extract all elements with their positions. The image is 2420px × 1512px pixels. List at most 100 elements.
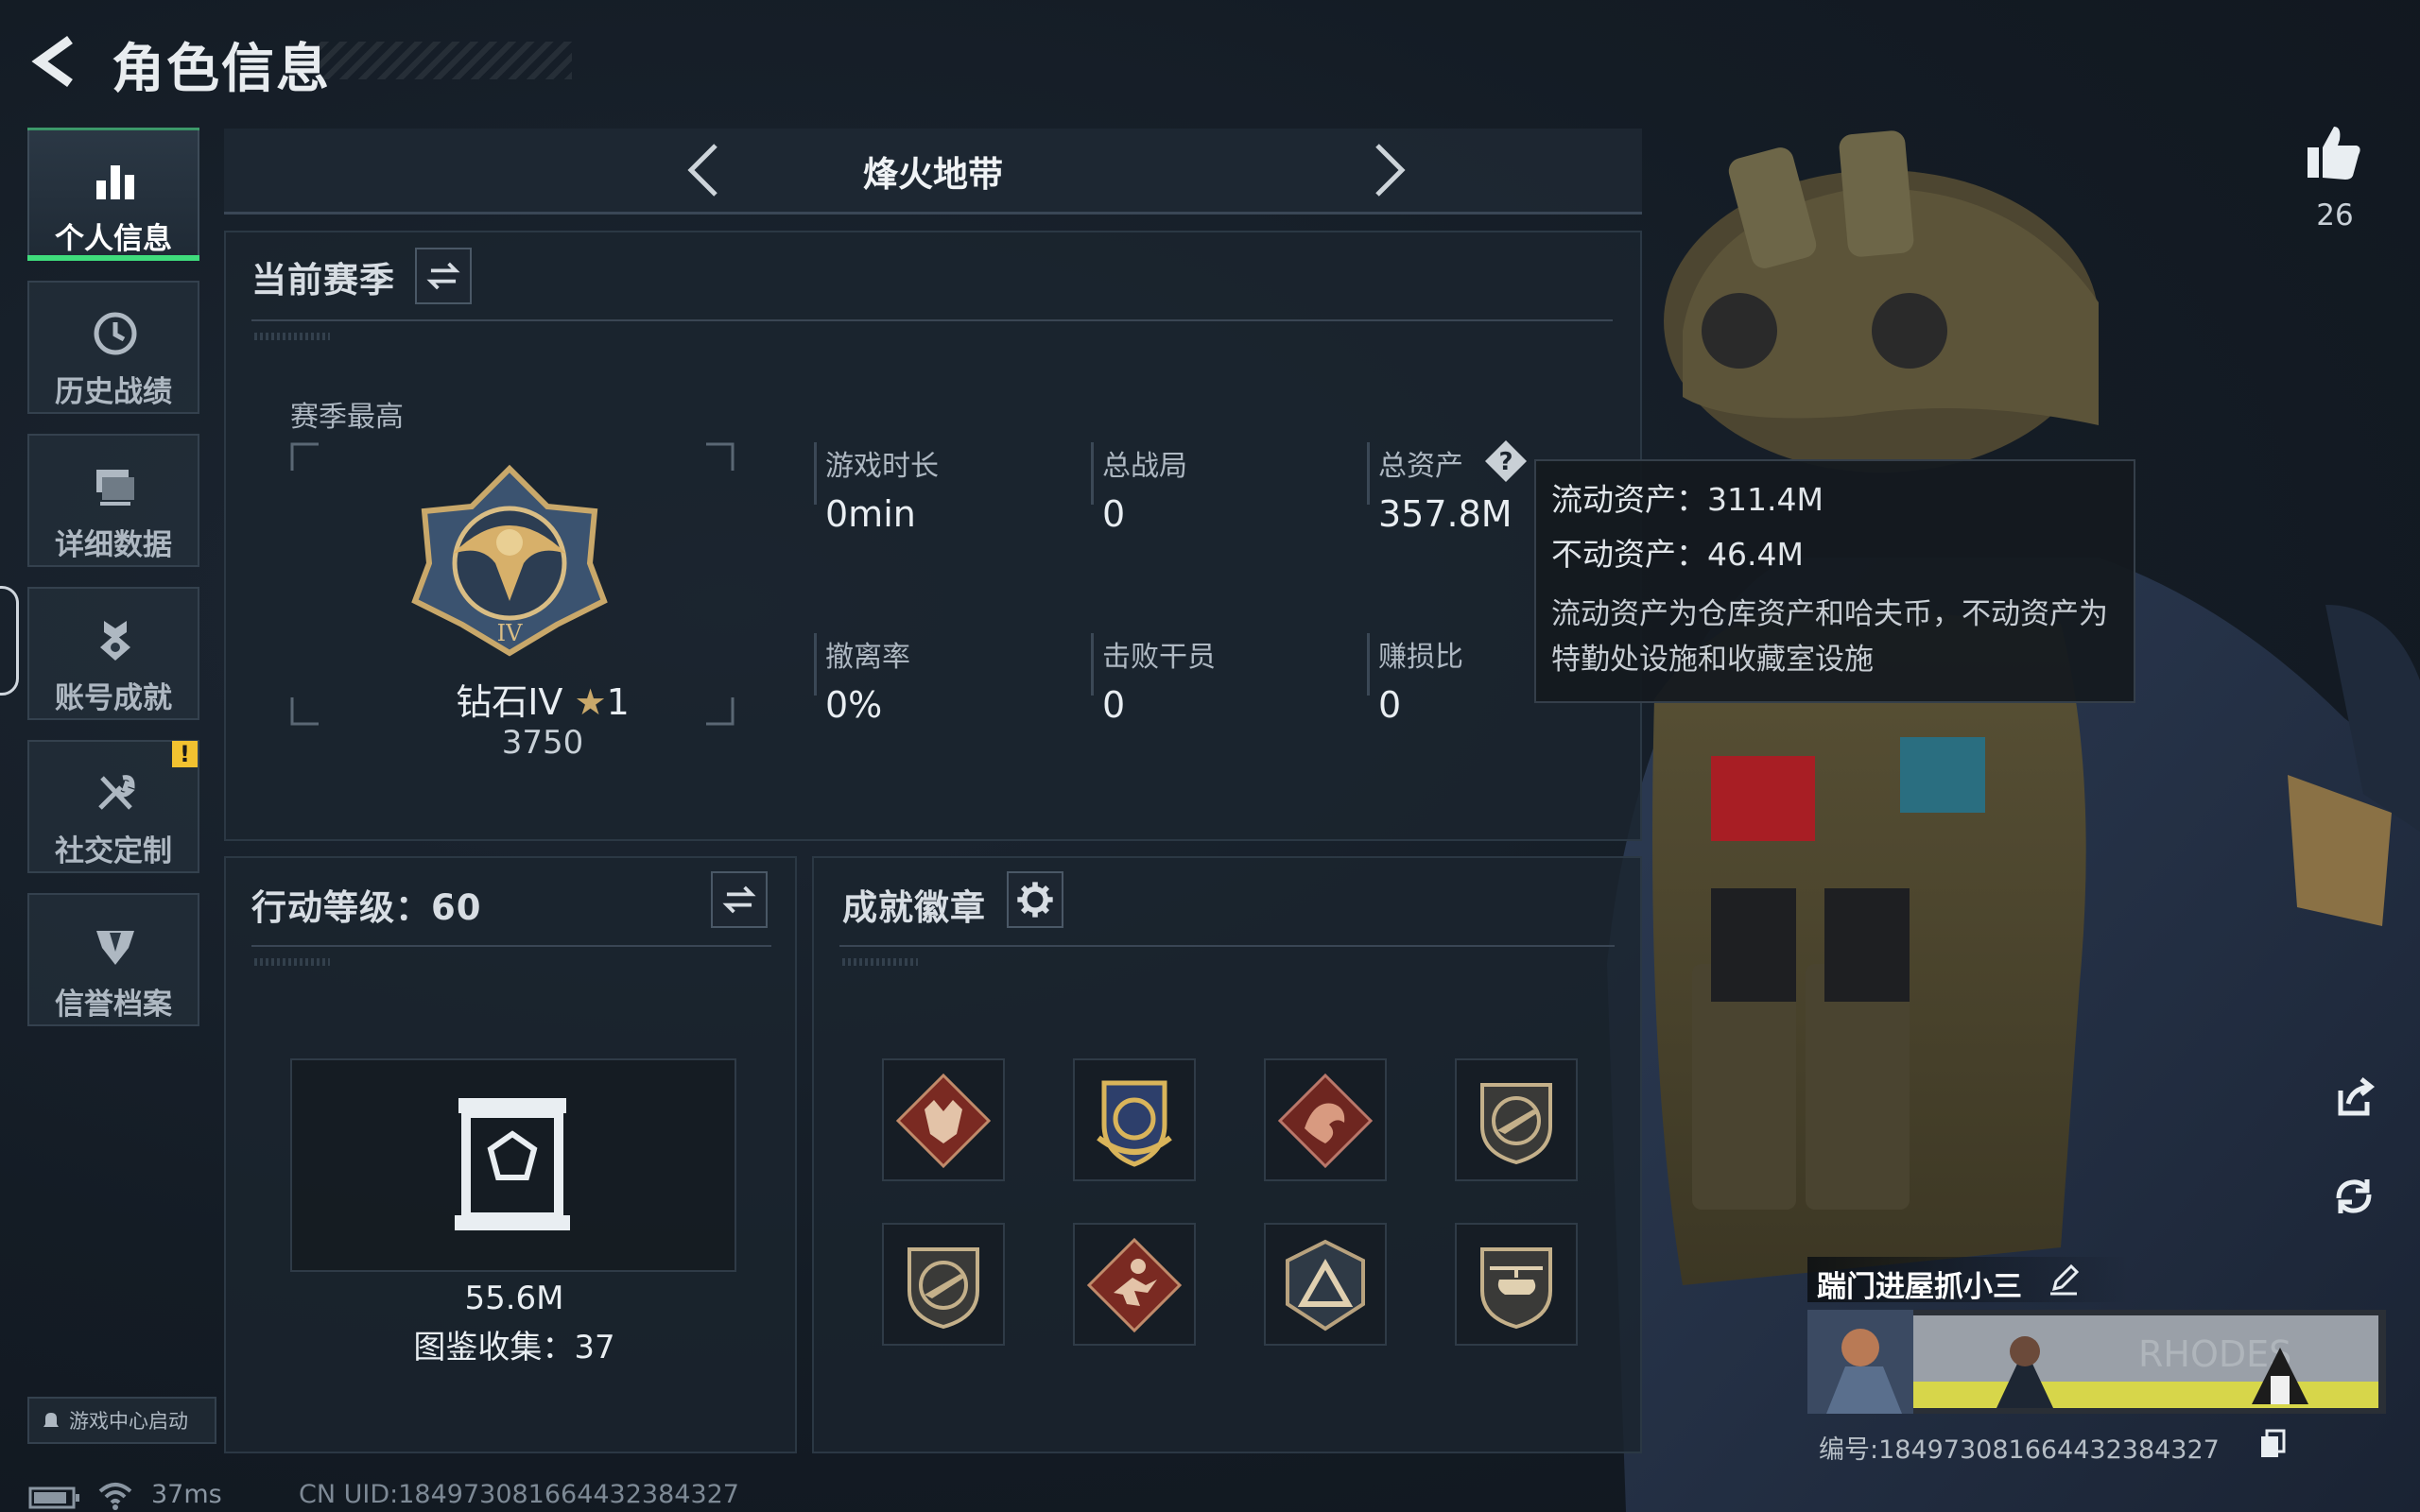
stat-value: 357.8M <box>1378 493 1512 535</box>
divider <box>1367 442 1370 505</box>
player-name: 踹门进屋抓小三 <box>1817 1270 2022 1304</box>
collection-case-icon <box>455 1098 570 1230</box>
decoration <box>254 333 330 340</box>
ping-value: 37ms <box>151 1480 222 1509</box>
stat-value: 0% <box>825 684 883 726</box>
stat-value: 0 <box>1102 684 1126 726</box>
nav-label: 详细数据 <box>55 528 172 562</box>
rifle-badge-icon <box>1480 1083 1552 1165</box>
like-count: 26 <box>2316 198 2354 232</box>
edit-pencil-icon[interactable] <box>2047 1263 2081 1297</box>
swap-level-button[interactable] <box>711 871 768 928</box>
copy-icon[interactable] <box>2257 1429 2286 1459</box>
rank-name: 钻石IV <box>456 681 563 723</box>
achievement-medal-icon <box>100 621 130 661</box>
monitor-icon <box>96 470 134 506</box>
nav-item-credibility[interactable]: 信誉档案 <box>27 893 199 1026</box>
badge-panel: 成就徽章 <box>812 856 1642 1453</box>
stat-label: 总战局 <box>1102 450 1187 483</box>
bar-chart-icon <box>96 165 134 199</box>
bell-icon <box>43 1413 59 1427</box>
launch-label: 游戏中心启动 <box>69 1410 188 1433</box>
badge-title: 成就徽章 <box>842 887 986 928</box>
page-title: 角色信息 <box>112 39 331 100</box>
divider <box>251 319 1613 321</box>
mode-selector: 烽火地带 <box>224 129 1642 215</box>
rifle-shield-badge-icon <box>908 1247 979 1330</box>
banner-art: RHODES <box>1807 1310 2386 1414</box>
nav-label: 历史战绩 <box>55 375 172 409</box>
player-uid: 编号:18497308166443238432​7 <box>1819 1435 2220 1465</box>
tools-icon <box>98 775 135 810</box>
liquid-assets: 流动资产：311.4M <box>1551 481 1824 518</box>
refresh-rotate-icon[interactable] <box>2325 1168 2382 1225</box>
back-arrow-icon[interactable] <box>26 32 85 91</box>
diamond-rank-emblem-icon: IV <box>411 464 608 657</box>
nav-item-detail-data[interactable]: 详细数据 <box>27 434 199 567</box>
badge-tile[interactable] <box>1264 1223 1387 1346</box>
level-title: 行动等级：60 <box>251 887 482 928</box>
nav-item-achievements[interactable]: 账号成就 <box>27 587 199 720</box>
stat-label: 游戏时长 <box>825 450 939 483</box>
nav-item-history[interactable]: 历史战绩 <box>27 281 199 414</box>
swap-season-button[interactable] <box>415 248 472 304</box>
fixed-assets: 不动资产：46.4M <box>1551 536 1804 573</box>
svg-text:RHODES: RHODES <box>2138 1333 2291 1375</box>
decoration <box>842 958 918 966</box>
season-panel: 当前赛季 赛季最高 IV 钻石IV ★1 3750 游戏时长 0min 总战局 … <box>224 231 1642 841</box>
next-mode-arrow-icon[interactable] <box>1358 140 1415 200</box>
badge-tile[interactable] <box>1264 1058 1387 1181</box>
divider <box>1091 633 1094 696</box>
nav-label: 个人信息 <box>55 222 172 256</box>
collection-value: 55.6M <box>464 1280 564 1317</box>
nav-label: 社交定制 <box>55 834 172 868</box>
title-decoration <box>317 42 572 79</box>
dragon-badge-icon <box>1277 1073 1374 1169</box>
badge-tile[interactable] <box>882 1223 1005 1346</box>
battery-icon <box>28 1486 79 1509</box>
badge-tile[interactable] <box>1455 1058 1578 1181</box>
asset-tooltip: 流动资产：311.4M 不动资产：46.4M 流动资产为仓库资产和哈夫币，不动资… <box>1534 459 2135 703</box>
history-clock-icon <box>94 312 137 355</box>
divider <box>814 442 817 505</box>
runner-badge-icon <box>1086 1237 1183 1333</box>
nav-label: 账号成就 <box>55 681 172 715</box>
stat-label: 撤离率 <box>825 641 910 674</box>
collection-count: 图鉴收集：37 <box>413 1329 615 1366</box>
divider <box>251 945 771 947</box>
season-title: 当前赛季 <box>251 260 395 301</box>
badge-tile[interactable] <box>882 1058 1005 1181</box>
share-icon[interactable] <box>2325 1070 2382 1126</box>
thumbs-up-icon[interactable] <box>2302 121 2364 183</box>
level-panel: 行动等级：60 55.6M 图鉴收集：37 <box>224 856 797 1453</box>
stat-label: 赚损比 <box>1378 641 1463 674</box>
help-question-icon[interactable]: ? <box>1483 438 1529 484</box>
badge-tile[interactable] <box>1073 1223 1196 1346</box>
wolf-badge-icon <box>895 1073 992 1169</box>
svg-text:IV: IV <box>497 620 523 646</box>
star-icon: ★ <box>574 681 607 723</box>
divider <box>814 633 817 696</box>
rank-score: 3750 <box>501 724 584 762</box>
player-banner[interactable]: RHODES <box>1807 1310 2386 1414</box>
badge-tile[interactable] <box>1073 1058 1196 1181</box>
nav-item-personal-info[interactable]: 个人信息 <box>27 128 199 261</box>
divider <box>839 945 1615 947</box>
nav-label: 信誉档案 <box>55 988 172 1022</box>
badge-settings-gear-icon[interactable] <box>1007 871 1063 928</box>
asset-description: 流动资产为仓库资产和哈夫币，不动资产为特勤处设施和收藏室设施 <box>1551 597 2108 677</box>
collection-frame <box>290 1058 736 1272</box>
mode-label: 烽火地带 <box>863 154 1003 195</box>
divider <box>1367 633 1370 696</box>
drawer-handle[interactable] <box>0 586 19 696</box>
stat-label: 总资产 <box>1378 450 1463 483</box>
helicopter-badge-icon <box>1480 1247 1552 1330</box>
cn-uid: CN UID:18497308166443238432​7 <box>299 1480 739 1509</box>
badge-tile[interactable] <box>1455 1223 1578 1346</box>
shield-eagle-badge-icon <box>1097 1080 1172 1167</box>
decoration <box>254 958 330 966</box>
season-best-label: 赛季最高 <box>290 401 404 434</box>
game-center-launch-button[interactable]: 游戏中心启动 <box>27 1397 216 1444</box>
notification-badge: ! <box>172 741 198 767</box>
svg-text:?: ? <box>1498 448 1512 476</box>
